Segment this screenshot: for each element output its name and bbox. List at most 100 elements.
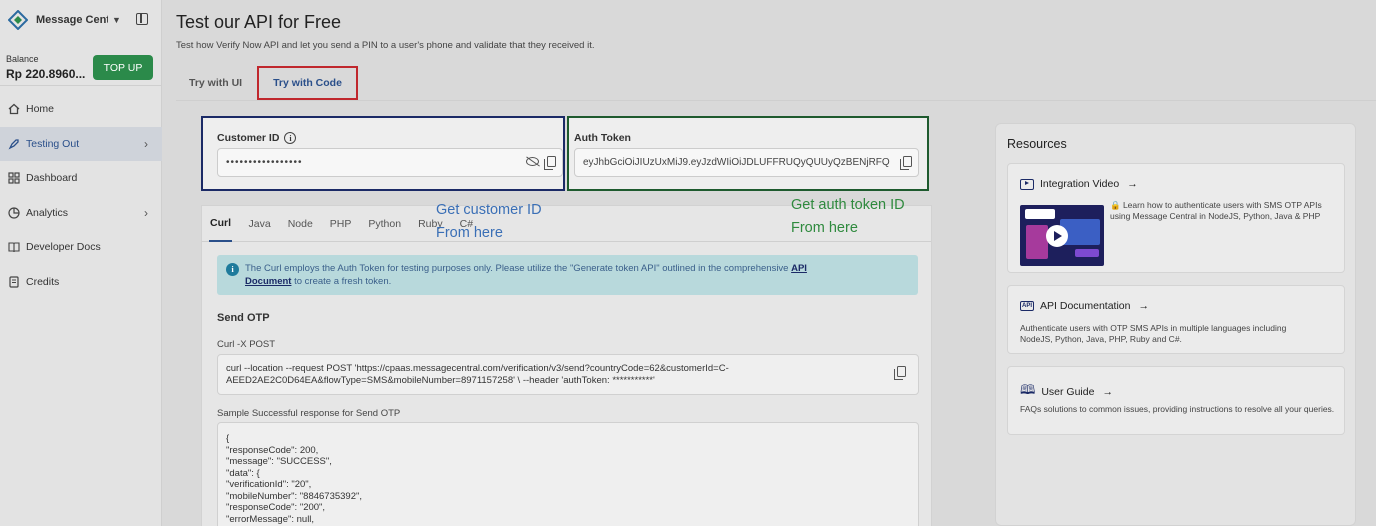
chevron-right-icon: ›: [144, 205, 148, 220]
tab-python[interactable]: Python: [360, 206, 410, 242]
sidebar-item-label: Testing Out: [26, 137, 80, 150]
sidebar-item-label: Home: [26, 103, 55, 116]
auth-token-label: Auth Token: [574, 132, 631, 144]
balance-label: Balance: [6, 54, 39, 64]
balance-panel: Balance Rp 220.8960... TOP UP: [0, 48, 162, 86]
home-icon: [8, 103, 20, 115]
sidebar-item-label: Credits: [26, 275, 60, 288]
brand-switcher[interactable]: Message Central ▼: [8, 10, 154, 30]
arrow-right-icon: →: [1138, 300, 1149, 312]
curl-code-box[interactable]: curl --location --request POST 'https://…: [217, 354, 919, 395]
mode-tabs: Try with UI Try with Code: [176, 66, 358, 100]
api-documentation-card[interactable]: API API Documentation → Authenticate use…: [1007, 285, 1345, 354]
resources-panel: Resources Integration Video → 🔒 Learn ho…: [995, 123, 1356, 526]
customer-id-field[interactable]: •••••••••••••••••: [217, 148, 563, 177]
callout-line: Get auth token ID: [791, 197, 905, 213]
response-line: "responseCode": 200,: [226, 444, 319, 456]
video-icon: [1020, 178, 1034, 190]
callout-line: Get customer ID: [436, 202, 542, 218]
user-guide-card[interactable]: 🕮 User Guide → FAQs solutions to common …: [1007, 366, 1345, 435]
brand-name: Message Central: [36, 14, 108, 26]
play-icon[interactable]: [1046, 225, 1068, 247]
response-line: "responseCode": "200",: [226, 502, 326, 513]
sidebar-item-testing-out[interactable]: Testing Out ›: [0, 126, 162, 161]
api-icon: API: [1020, 301, 1035, 311]
copy-icon[interactable]: [900, 156, 912, 170]
sidebar-item-label: Analytics: [26, 206, 69, 219]
arrow-right-icon: →: [1127, 178, 1138, 190]
sidebar-item-analytics[interactable]: Analytics ›: [0, 196, 162, 231]
sidebar-item-dashboard[interactable]: Dashboard: [0, 161, 162, 196]
tab-try-with-ui[interactable]: Try with UI: [176, 66, 255, 100]
note-tail: to create a fresh token.: [294, 276, 392, 287]
customer-id-panel: Customer ID i •••••••••••••••••: [201, 116, 565, 191]
response-line: "data": {: [226, 467, 260, 479]
copy-icon[interactable]: [894, 366, 906, 380]
header-divider: [176, 100, 1376, 101]
sidebar-item-home[interactable]: Home: [0, 92, 162, 127]
credits-icon: [8, 276, 20, 288]
sidebar-item-label: Developer Docs: [26, 241, 101, 254]
page-title: Test our API for Free: [176, 12, 342, 32]
auth-token-value: eyJhbGciOiJIUzUxMiJ9.eyJzdWIiOiJDLUFFRUQ…: [583, 157, 890, 168]
message-central-logo-icon: [8, 10, 28, 30]
sidebar: Message Central ▼ Balance Rp 220.8960...…: [0, 0, 162, 526]
integration-video-title: Integration Video: [1040, 178, 1120, 190]
response-code-box: { "responseCode": 200, "message": "SUCCE…: [217, 422, 919, 526]
response-label: Sample Successful response for Send OTP: [217, 408, 401, 419]
resources-title: Resources: [1007, 137, 1067, 151]
curl-line: curl --location --request POST 'https://…: [226, 363, 729, 374]
callout-line: From here: [791, 220, 858, 236]
response-line: "message": "SUCCESS",: [226, 456, 332, 467]
tab-curl[interactable]: Curl: [209, 206, 232, 242]
analytics-icon: [8, 207, 20, 219]
dashboard-icon: [8, 172, 20, 184]
tab-node[interactable]: Node: [279, 206, 321, 242]
response-line: "mobileNumber": "8846735392",: [226, 490, 363, 502]
eye-off-icon[interactable]: [526, 157, 539, 166]
info-icon[interactable]: i: [284, 132, 297, 144]
user-guide-desc: FAQs solutions to common issues, providi…: [1020, 404, 1335, 414]
integration-video-header[interactable]: Integration Video →: [1020, 178, 1138, 190]
book-icon: [8, 241, 20, 253]
user-guide-header[interactable]: 🕮 User Guide →: [1020, 381, 1113, 403]
sidebar-item-label: Dashboard: [26, 172, 78, 185]
auth-token-field[interactable]: eyJhbGciOiJIUzUxMiJ9.eyJzdWIiOiJDLUFFRUQ…: [574, 148, 919, 177]
user-guide-title: User Guide: [1041, 386, 1095, 398]
tab-try-with-code[interactable]: Try with Code: [257, 66, 358, 100]
api-document-link-part2[interactable]: Document: [245, 276, 291, 287]
sidebar-item-developer-docs[interactable]: Developer Docs: [0, 230, 162, 265]
book-icon: 🕮: [1020, 382, 1036, 397]
send-otp-title: Send OTP: [217, 312, 270, 324]
rocket-icon: [8, 138, 20, 150]
api-documentation-desc: Authenticate users with OTP SMS APIs in …: [1020, 323, 1287, 344]
tab-java[interactable]: Java: [240, 206, 279, 242]
curl-label: Curl -X POST: [217, 339, 276, 350]
tab-php[interactable]: PHP: [321, 206, 360, 242]
api-documentation-title: API Documentation: [1040, 300, 1131, 312]
auth-token-panel: Auth Token eyJhbGciOiJIUzUxMiJ9.eyJzdWIi…: [567, 116, 929, 191]
api-document-link-part1[interactable]: API: [791, 263, 807, 274]
customer-id-value: •••••••••••••••••: [226, 157, 303, 168]
page-subtitle: Test how Verify Now API and let you send…: [176, 40, 595, 51]
auth-token-note: i The Curl employs the Auth Token for te…: [217, 255, 918, 295]
customer-id-label-text: Customer ID: [217, 132, 280, 144]
customer-id-label: Customer ID i: [217, 132, 297, 144]
sidebar-nav: Home Testing Out › Dashboard Analytics ›: [0, 92, 162, 299]
note-text: The Curl employs the Auth Token for test…: [245, 263, 789, 274]
video-thumbnail[interactable]: [1020, 205, 1104, 266]
sidebar-toggle-icon[interactable]: [136, 13, 148, 25]
sidebar-item-credits[interactable]: Credits: [0, 265, 162, 300]
integration-video-card[interactable]: Integration Video → 🔒 Learn how to authe…: [1007, 163, 1345, 273]
chevron-down-icon[interactable]: ▼: [112, 15, 121, 25]
copy-icon[interactable]: [544, 156, 556, 170]
integration-video-desc: 🔒 Learn how to authenticate users with S…: [1110, 200, 1322, 221]
info-icon: i: [226, 263, 239, 276]
callout-line: From here: [436, 225, 503, 241]
auth-token-callout: Get auth token ID From here: [791, 194, 905, 240]
curl-line: AEED2AE2C0D64EA&flowType=SMS&mobileNumbe…: [226, 375, 655, 386]
top-up-button[interactable]: TOP UP: [93, 55, 153, 80]
response-line: {: [226, 433, 230, 444]
response-line: "verificationId": "20",: [226, 479, 312, 490]
api-documentation-header[interactable]: API API Documentation →: [1020, 300, 1149, 312]
